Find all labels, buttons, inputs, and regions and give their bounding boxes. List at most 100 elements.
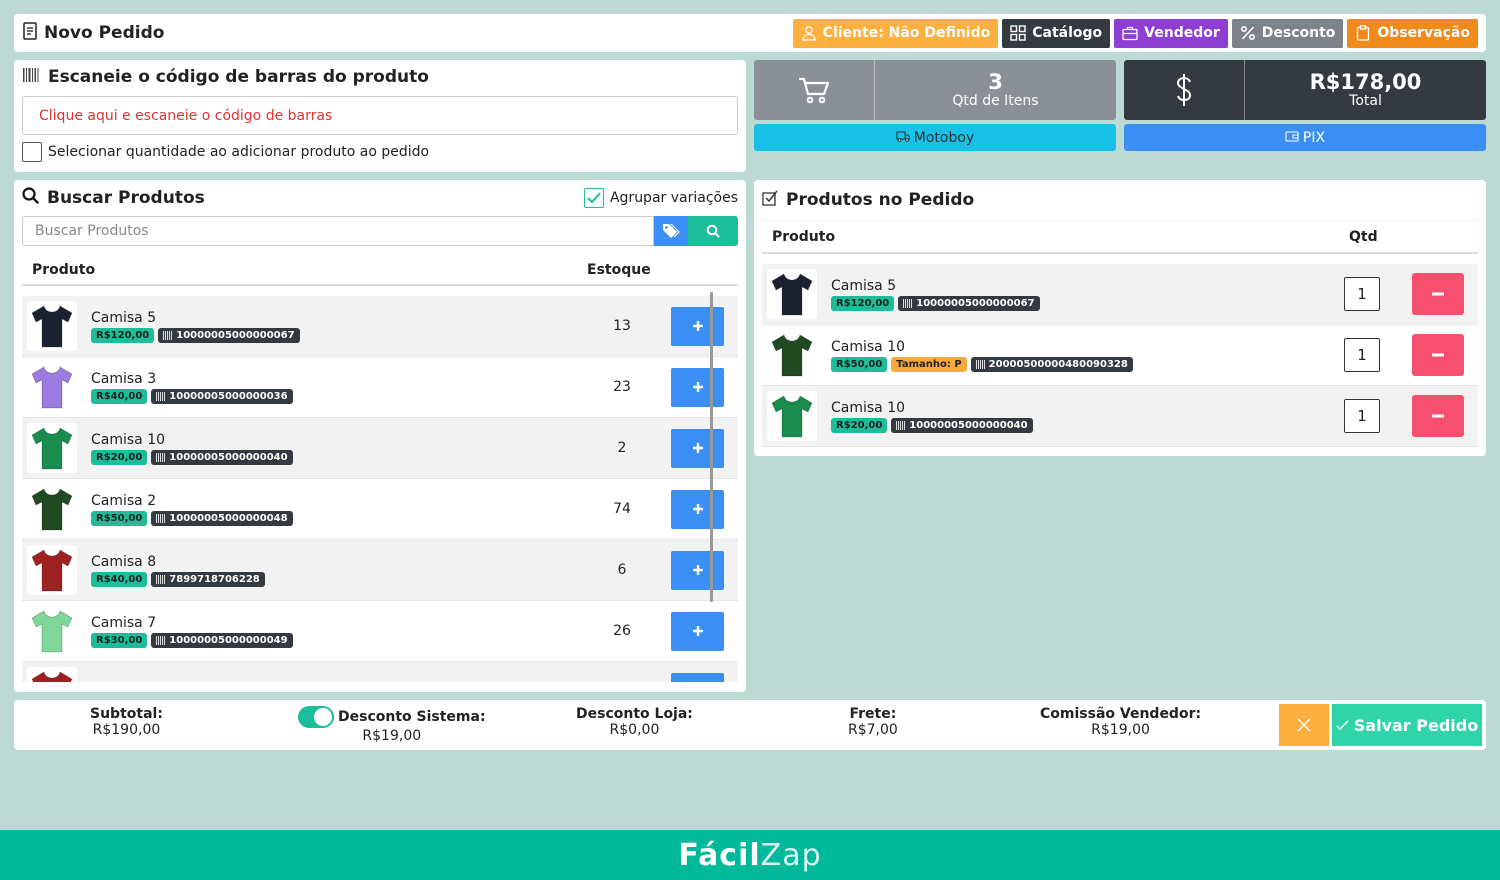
product-list-scrollbar[interactable] [710, 292, 713, 602]
barcode-badge-text: 10000005000000036 [169, 390, 288, 402]
product-name: Camisa 7 [91, 614, 157, 631]
select-quantity-checkbox[interactable] [22, 142, 42, 162]
product-image [27, 667, 77, 682]
add-product-button[interactable] [671, 367, 724, 407]
product-list[interactable]: Camisa 5 R$120,00 10000005000000067 13 Camis… [22, 296, 738, 682]
product-row: Camisa 3 R$40,00 10000005000000036 23 [22, 357, 738, 418]
barcode-icon [156, 513, 167, 523]
order-item-row: Camisa 5 R$120,00 10000005000000067 1 [762, 264, 1478, 325]
product-image [27, 362, 77, 412]
product-image [767, 330, 817, 380]
quantity-input[interactable]: 1 [1344, 277, 1380, 311]
subtotal: Subtotal: R$190,00 [90, 706, 163, 738]
size-badge: Tamanho: P [891, 356, 967, 372]
barcode-badge: 10000005000000067 [158, 327, 300, 343]
select-quantity-label: Selecionar quantidade ao adicionar produ… [48, 144, 430, 160]
barcode-badge-text: 20000500000480090328 [988, 358, 1128, 370]
add-product-button[interactable] [671, 306, 724, 346]
product-image [767, 269, 817, 319]
price-badge: R$120,00 [91, 327, 155, 343]
order-item-row: Camisa 10 R$20,00 10000005000000040 1 [762, 386, 1478, 447]
header-button-4[interactable]: Observação [1347, 18, 1478, 48]
dollar-icon [1124, 60, 1245, 120]
save-order-button[interactable]: Salvar Pedido [1332, 704, 1482, 746]
product-image [27, 545, 77, 595]
payment-pix-button[interactable]: PIX [1124, 124, 1486, 151]
add-product-button[interactable] [671, 428, 724, 468]
delivery-motoboy-button[interactable]: Motoboy [754, 124, 1116, 151]
barcode-badge-text: 10000005000000067 [916, 297, 1035, 309]
add-product-button[interactable] [671, 550, 724, 590]
cancel-order-button[interactable] [1279, 704, 1329, 746]
price-badge-text: R$120,00 [836, 297, 890, 309]
header-button-0[interactable]: Cliente: Não Definido [792, 18, 999, 48]
product-row: Camisa 2 R$50,00 10000005000000048 74 [22, 479, 738, 540]
barcode-badge: 10000005000000040 [891, 417, 1033, 433]
product-image [767, 391, 817, 441]
remove-item-button[interactable] [1412, 273, 1464, 315]
checkbox-icon [762, 190, 778, 211]
price-badge-text: R$40,00 [96, 390, 143, 402]
barcode-badge-text: 10000005000000048 [169, 512, 288, 524]
price-badge: R$20,00 [91, 449, 148, 465]
delivery-label: Motoboy [913, 129, 975, 146]
header-button-label: Observação [1377, 25, 1470, 41]
shipping: Frete: R$7,00 [848, 706, 898, 738]
header-button-label: Cliente: Não Definido [822, 25, 991, 41]
add-product-button[interactable] [671, 611, 724, 651]
price-badge-text: R$50,00 [96, 512, 143, 524]
barcode-icon [156, 452, 167, 462]
receipt-icon [22, 22, 38, 44]
barcode-badge-text: 7899718706228 [169, 573, 260, 585]
product-stock: 2 [617, 440, 627, 456]
barcode-badge: 10000005000000067 [898, 295, 1040, 311]
barcode-badge: 7899718706228 [151, 571, 265, 587]
products-table-header: Produto Estoque [22, 256, 738, 286]
price-badge-text: R$20,00 [836, 419, 883, 431]
remove-item-button[interactable] [1412, 334, 1464, 376]
product-name: Camisa 3 [91, 370, 157, 387]
plus-icon [692, 382, 703, 392]
cart-icon [754, 60, 875, 120]
group-variations-option[interactable]: Agrupar variações [583, 188, 738, 208]
header-button-2[interactable]: Vendedor [1114, 18, 1228, 48]
barcode-input[interactable]: Clique aqui e escaneie o código de barra… [22, 96, 738, 135]
col-stock: Estoque [587, 262, 651, 278]
barcode-scanner-panel: Escaneie o código de barras do produto C… [14, 60, 746, 172]
product-image [27, 423, 77, 473]
product-name: Camisa 5 [831, 277, 897, 294]
search-input[interactable]: Buscar Produtos [22, 216, 654, 246]
check-icon [1336, 719, 1349, 730]
group-variations-checkbox[interactable] [583, 188, 604, 208]
system-discount-toggle[interactable] [298, 706, 334, 728]
shipping-label: Frete: [849, 706, 897, 722]
page-title: Novo Pedido [44, 23, 165, 43]
quantity-input[interactable]: 1 [1344, 338, 1380, 372]
search-submit-button[interactable] [688, 216, 738, 246]
barcode-badge: 10000005000000049 [151, 632, 293, 648]
add-product-button[interactable] [671, 672, 724, 682]
quantity-input[interactable]: 1 [1344, 399, 1380, 433]
header-button-3[interactable]: Desconto [1231, 18, 1344, 48]
subtotal-label: Subtotal: [90, 706, 163, 722]
tags-filter-button[interactable] [654, 216, 688, 246]
search-title-text: Buscar Produtos [47, 188, 205, 208]
plus-icon [692, 504, 703, 514]
header-button-1[interactable]: Catálogo [1002, 18, 1111, 48]
wallet-icon [1285, 130, 1299, 146]
product-row: Camisa 10 R$20,00 10000005000000040 2 [22, 418, 738, 479]
product-name: Camisa 10 [91, 431, 166, 448]
add-product-button[interactable] [671, 489, 724, 529]
store-discount-value: R$0,00 [609, 722, 660, 738]
product-row: Camisa 7 R$30,00 10000005000000049 26 [22, 601, 738, 662]
product-stock: 23 [613, 379, 631, 395]
barcode-badge: 10000005000000048 [151, 510, 293, 526]
product-image [27, 301, 77, 351]
barcode-badge-text: 10000005000000067 [176, 329, 295, 341]
total-value: R$178,00 [1309, 70, 1422, 94]
barcode-icon [156, 574, 167, 584]
remove-item-button[interactable] [1412, 395, 1464, 437]
brand-bar: FácilZap [0, 830, 1500, 880]
select-quantity-option[interactable]: Selecionar quantidade ao adicionar produ… [22, 142, 738, 162]
items-count-value: 3 [988, 70, 1003, 94]
